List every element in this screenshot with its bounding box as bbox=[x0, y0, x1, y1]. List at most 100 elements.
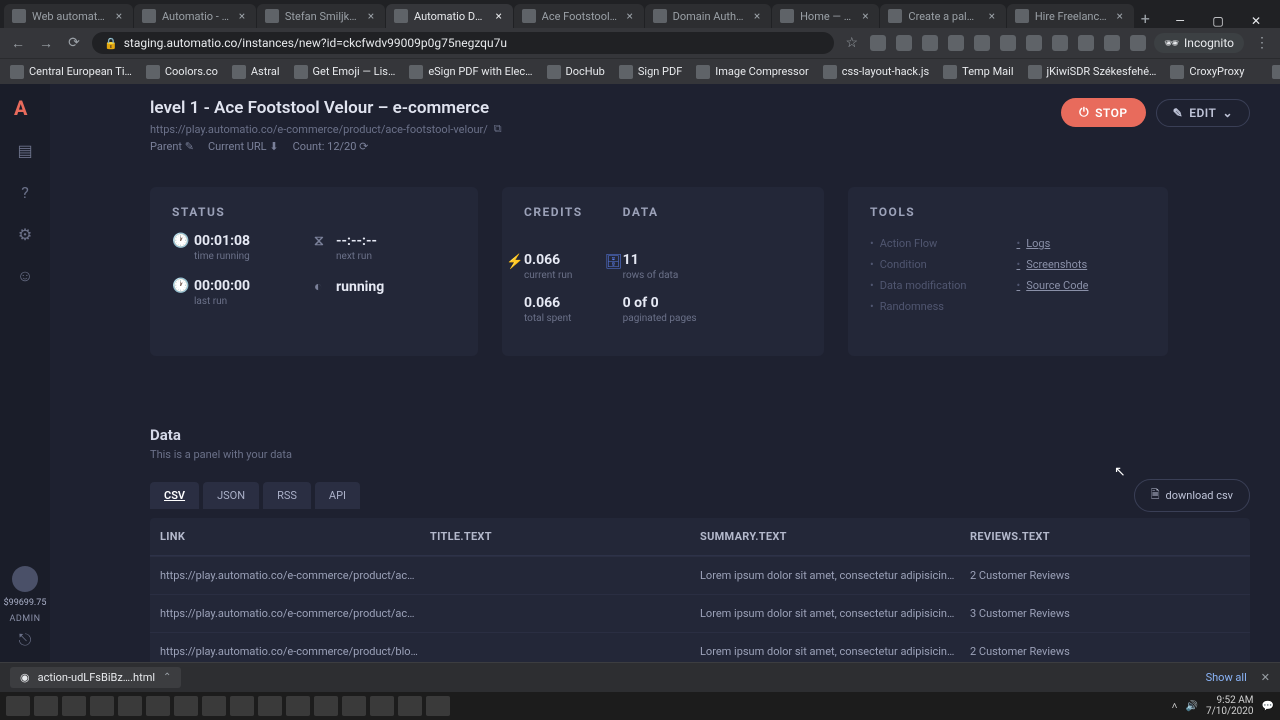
close-icon[interactable]: × bbox=[493, 10, 505, 22]
taskbar-app-icon[interactable] bbox=[62, 696, 86, 716]
close-icon[interactable]: × bbox=[1114, 10, 1126, 22]
bookmark-item[interactable]: Image Compressor bbox=[696, 65, 808, 79]
bookmark-item[interactable]: eSign PDF with Elec… bbox=[409, 65, 532, 79]
extension-icon[interactable] bbox=[1078, 35, 1094, 51]
edit-button[interactable]: ✎ EDIT ⌄ bbox=[1156, 99, 1250, 127]
menu-icon[interactable]: ⋮ bbox=[1252, 35, 1272, 51]
browser-tab[interactable]: Domain Authority Che× bbox=[645, 4, 771, 28]
taskbar-app-icon[interactable] bbox=[286, 696, 310, 716]
extension-icon[interactable] bbox=[1000, 35, 1016, 51]
extension-icon[interactable] bbox=[896, 35, 912, 51]
close-icon[interactable]: × bbox=[751, 10, 763, 22]
bookmark-item[interactable]: Get Emoji — Lis… bbox=[294, 65, 396, 79]
reload-icon[interactable]: ⟳ bbox=[64, 35, 84, 51]
taskbar-app-icon[interactable] bbox=[118, 696, 142, 716]
extension-icon[interactable] bbox=[1026, 35, 1042, 51]
browser-tab[interactable]: Create a palette - Coo× bbox=[880, 4, 1005, 28]
clock[interactable]: 9:52 AM 7/10/2020 bbox=[1206, 695, 1254, 717]
bookmark-item[interactable]: Astral bbox=[232, 65, 280, 79]
url-input[interactable]: 🔒 staging.automatio.co/instances/new?id=… bbox=[92, 32, 834, 54]
bookmark-item[interactable]: DocHub bbox=[547, 65, 605, 79]
notifications-icon[interactable]: 💬 bbox=[1262, 701, 1274, 712]
browser-tab[interactable]: Hire Freelancers for w× bbox=[1007, 4, 1134, 28]
chevron-up-icon[interactable]: ⌃ bbox=[163, 672, 171, 683]
tab-csv[interactable]: CSV bbox=[150, 482, 199, 509]
tray-chevron-icon[interactable]: ˄ bbox=[1172, 701, 1178, 712]
download-item[interactable]: ◉ action-udLFsBiBz….html ⌃ bbox=[10, 667, 181, 688]
screenshots-link[interactable]: Screenshots bbox=[1017, 254, 1089, 275]
bookmark-item[interactable]: Coolors.co bbox=[146, 65, 218, 79]
logout-icon[interactable]: ⎋ bbox=[15, 630, 35, 650]
dashboard-icon[interactable]: ▤ bbox=[15, 140, 35, 160]
bookmark-item[interactable]: Central European Ti… bbox=[10, 65, 132, 79]
maximize-icon[interactable]: ▢ bbox=[1206, 14, 1230, 28]
star-icon[interactable]: ☆ bbox=[842, 35, 862, 51]
taskbar-app-icon[interactable] bbox=[258, 696, 282, 716]
instance-url[interactable]: https://play.automatio.co/e-commerce/pro… bbox=[150, 122, 502, 136]
extension-icon[interactable] bbox=[922, 35, 938, 51]
browser-tab[interactable]: Ace Footstool Velour –× bbox=[514, 4, 644, 28]
volume-icon[interactable]: 🔊 bbox=[1186, 701, 1198, 712]
taskbar-app-icon[interactable] bbox=[146, 696, 170, 716]
col-title[interactable]: TITLE.TEXT bbox=[430, 530, 700, 543]
browser-tab[interactable]: Home — Conduit× bbox=[772, 4, 879, 28]
help-icon[interactable]: ? bbox=[15, 182, 35, 202]
start-icon[interactable] bbox=[6, 696, 30, 716]
taskbar-app-icon[interactable] bbox=[202, 696, 226, 716]
close-icon[interactable]: × bbox=[113, 10, 125, 22]
taskbar-app-icon[interactable] bbox=[230, 696, 254, 716]
taskbar-app-icon[interactable] bbox=[174, 696, 198, 716]
extension-icon[interactable] bbox=[948, 35, 964, 51]
bookmark-item[interactable]: Sign PDF bbox=[619, 65, 682, 79]
external-link-icon[interactable]: ⧉ bbox=[494, 122, 502, 136]
extension-icon[interactable] bbox=[870, 35, 886, 51]
tab-api[interactable]: API bbox=[315, 482, 360, 509]
table-row[interactable]: https://play.automatio.co/e-commerce/pro… bbox=[150, 556, 1250, 594]
source-code-link[interactable]: Source Code bbox=[1017, 275, 1089, 296]
extension-icon[interactable] bbox=[1052, 35, 1068, 51]
close-window-icon[interactable]: ✕ bbox=[1244, 14, 1268, 28]
close-icon[interactable]: × bbox=[986, 10, 998, 22]
settings-icon[interactable]: ⚙ bbox=[15, 224, 35, 244]
browser-tab[interactable]: Stefan Smiljkovic (@ki× bbox=[257, 4, 385, 28]
browser-tab[interactable]: Web automation witho× bbox=[4, 4, 133, 28]
taskbar-app-icon[interactable] bbox=[342, 696, 366, 716]
browser-tab[interactable]: Automatio - No-code× bbox=[134, 4, 256, 28]
stop-button[interactable]: ⏻ STOP bbox=[1061, 98, 1146, 127]
taskbar-app-icon[interactable] bbox=[314, 696, 338, 716]
extension-icon[interactable] bbox=[1104, 35, 1120, 51]
extensions-menu-icon[interactable] bbox=[1130, 35, 1146, 51]
table-row[interactable]: https://play.automatio.co/e-commerce/pro… bbox=[150, 632, 1250, 662]
logs-link[interactable]: Logs bbox=[1017, 233, 1089, 254]
taskbar-app-icon[interactable] bbox=[398, 696, 422, 716]
tab-json[interactable]: JSON bbox=[203, 482, 259, 509]
current-url-link[interactable]: Current URL ⬇ bbox=[208, 140, 279, 153]
close-icon[interactable]: × bbox=[624, 10, 636, 22]
close-icon[interactable]: × bbox=[236, 10, 248, 22]
tab-rss[interactable]: RSS bbox=[263, 482, 311, 509]
close-icon[interactable]: × bbox=[365, 10, 377, 22]
download-csv-button[interactable]: 🗎 download csv bbox=[1134, 479, 1250, 512]
browser-tab-active[interactable]: Automatio Dashboard× bbox=[386, 4, 513, 28]
bookmark-item[interactable]: jKiwiSDR Székesfehé… bbox=[1028, 65, 1157, 79]
team-icon[interactable]: ☺ bbox=[15, 266, 35, 286]
minimize-icon[interactable]: — bbox=[1168, 14, 1192, 28]
parent-link[interactable]: Parent ✎ bbox=[150, 140, 194, 153]
forward-icon[interactable]: → bbox=[36, 35, 56, 52]
bookmark-item[interactable]: Temp Mail bbox=[943, 65, 1013, 79]
avatar[interactable] bbox=[12, 566, 38, 592]
close-shelf-icon[interactable]: ✕ bbox=[1261, 671, 1270, 684]
taskbar-app-icon[interactable] bbox=[426, 696, 450, 716]
col-summary[interactable]: SUMMARY.TEXT bbox=[700, 530, 970, 543]
taskview-icon[interactable] bbox=[34, 696, 58, 716]
bookmark-item[interactable]: CroxyProxy bbox=[1170, 65, 1244, 79]
taskbar-app-icon[interactable] bbox=[90, 696, 114, 716]
col-link[interactable]: LINK bbox=[160, 530, 430, 543]
close-icon[interactable]: × bbox=[859, 10, 871, 22]
bookmark-item[interactable]: css-layout-hack.js bbox=[823, 65, 929, 79]
back-icon[interactable]: ← bbox=[8, 35, 28, 52]
show-all-downloads[interactable]: Show all bbox=[1206, 671, 1247, 684]
other-bookmarks[interactable]: Other bookmarks bbox=[1272, 65, 1280, 79]
extension-icon[interactable] bbox=[974, 35, 990, 51]
incognito-badge[interactable]: 🕶 Incognito bbox=[1154, 33, 1244, 53]
